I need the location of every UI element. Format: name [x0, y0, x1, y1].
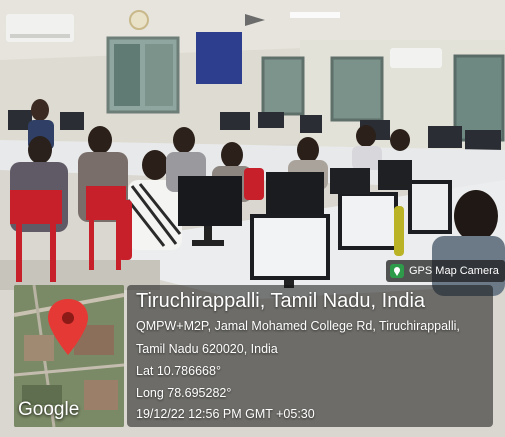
gps-badge-label: GPS Map Camera — [409, 265, 499, 277]
longitude-text: Long 78.695282° — [136, 386, 232, 400]
gps-map-camera-badge: GPS Map Camera — [386, 260, 505, 282]
air-conditioner — [390, 48, 442, 68]
air-conditioner — [6, 14, 74, 42]
address-line-2: Tamil Nadu 620020, India — [136, 342, 278, 356]
map-thumbnail: Google — [14, 285, 124, 427]
latitude-text: Lat 10.786668° — [136, 364, 221, 378]
datetime-text: 19/12/22 12:56 PM GMT +05:30 — [136, 407, 315, 421]
gps-camera-icon — [390, 264, 404, 278]
notice-board — [196, 32, 242, 84]
google-logo: Google — [18, 399, 80, 420]
wall-clock — [129, 10, 149, 30]
water-bottle — [394, 206, 404, 256]
location-title: Tiruchirappalli, Tamil Nadu, India — [136, 290, 426, 312]
photo-frame: Google GPS Map Camera Tiruchirappalli, T… — [0, 0, 505, 437]
address-line-1: QMPW+M2P, Jamal Mohamed College Rd, Tiru… — [136, 319, 460, 333]
